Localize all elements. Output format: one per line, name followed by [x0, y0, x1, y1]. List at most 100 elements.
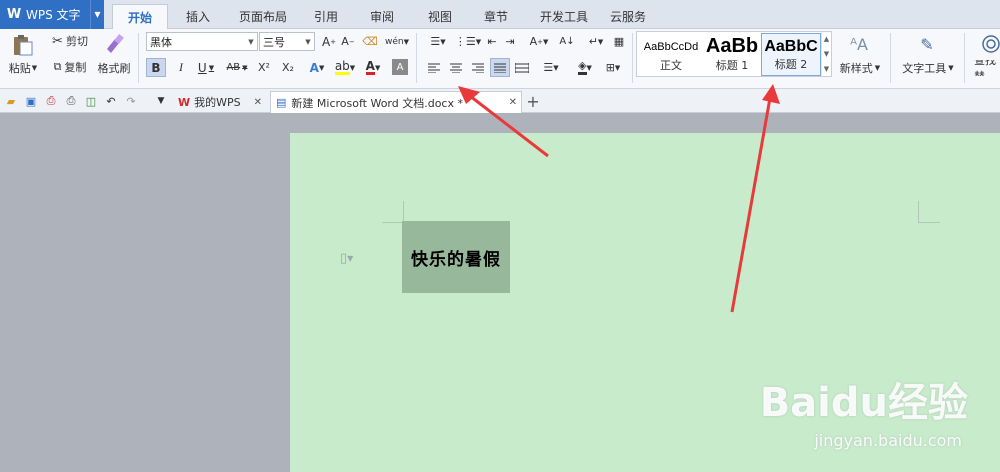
wps-logo-icon: W [178, 95, 191, 109]
redo-icon[interactable]: ↷ [124, 94, 138, 108]
align-right-icon[interactable] [468, 58, 488, 77]
text-tools-label: 文字工具 [902, 62, 947, 75]
align-center-icon[interactable] [446, 58, 466, 77]
shrink-font-icon[interactable]: A − [339, 32, 357, 51]
tab-home[interactable]: 开始 [112, 4, 168, 30]
document-heading[interactable]: 快乐的暑假 [402, 221, 510, 293]
clear-format-icon[interactable]: ⌫ [361, 32, 379, 51]
new-style-icon[interactable]: ᴬA [842, 31, 876, 57]
print-icon[interactable]: ⎙ [64, 94, 78, 108]
italic-button[interactable]: I [172, 58, 190, 77]
chevron-up-icon[interactable]: ▲ [824, 35, 829, 43]
save-icon[interactable]: ▣ [24, 94, 38, 108]
underline-button[interactable]: U ▼ [194, 58, 218, 77]
chevron-down-icon[interactable]: ▼ [824, 50, 829, 58]
menu-bar: W WPS 文字 ▼ 开始 插入 页面布局 引用 审阅 视图 章节 开发工具 云… [0, 0, 1000, 30]
highlight-color-icon[interactable]: ab ▼ [332, 58, 358, 77]
bold-button[interactable]: B [146, 58, 166, 77]
borders-icon[interactable]: ⊞ ▼ [600, 58, 626, 77]
copy-button[interactable]: ⧉ 复制 [48, 58, 92, 76]
baidu-watermark: Baidu经验 jingyan.baidu.com [738, 362, 988, 462]
word-doc-icon: ▤ [276, 96, 287, 109]
customize-toolbar-icon[interactable]: ▼ [154, 94, 168, 108]
format-painter-button[interactable]: 格式刷 [94, 60, 134, 76]
numbering-icon[interactable]: ⋮☰ ▼ [454, 32, 482, 51]
doc-tab-label: 新建 Microsoft Word 文档.docx * [291, 96, 463, 110]
paste-label: 粘贴 [8, 62, 31, 75]
gallery-scroll[interactable]: ▲ ▼ ▼ [821, 32, 831, 76]
cut-label: 剪切 [65, 35, 88, 48]
paste-icon[interactable] [8, 31, 38, 59]
align-left-icon[interactable] [424, 58, 444, 77]
change-case-icon[interactable]: A + ▼ [526, 32, 552, 51]
style-normal[interactable]: AaBbCcDd 正文 [639, 33, 703, 76]
font-name-select[interactable]: 黑体 ▼ [146, 32, 258, 51]
distribute-icon[interactable] [512, 58, 532, 77]
phonetic-guide-icon[interactable]: wén ▼ [383, 32, 411, 51]
tab-cloud[interactable]: 云服务 [604, 4, 652, 29]
increase-indent-icon[interactable]: ⇥ [502, 32, 518, 51]
watermark-url: jingyan.baidu.com [814, 431, 962, 450]
format-painter-icon[interactable] [97, 31, 131, 57]
sort-icon[interactable]: A↓ [556, 32, 578, 51]
subscript-button[interactable]: X₂ [278, 58, 298, 77]
text-tools-button[interactable]: 文字工具 ▼ [898, 60, 958, 76]
undo-icon[interactable]: ↶ [104, 94, 118, 108]
align-justify-icon[interactable] [490, 58, 510, 77]
chevron-down-icon: ▼ [305, 37, 311, 46]
chevron-down-icon: ▼ [248, 37, 254, 46]
expand-icon[interactable]: ▼ [824, 65, 829, 73]
find-replace-icon[interactable] [978, 31, 1000, 57]
style-heading-2-preview: AaBbC [764, 38, 818, 55]
text-effect-icon[interactable]: A ▼ [304, 58, 330, 77]
document-page[interactable]: ▯ ▼ 快乐的暑假 Baidu经验 jingyan.baidu.com [290, 133, 1000, 472]
bullets-icon[interactable]: ☰ ▼ [424, 32, 452, 51]
app-menu-button[interactable]: W WPS 文字 ▼ [0, 0, 104, 29]
show-marks-icon[interactable]: ↵ ▼ [584, 32, 608, 51]
text-tools-icon[interactable]: ✎ [912, 31, 942, 57]
tab-developer[interactable]: 开发工具 [536, 4, 592, 29]
tab-insert[interactable]: 插入 [176, 4, 220, 29]
app-name: WPS 文字 [26, 8, 81, 22]
paragraph-layout-icon[interactable]: ▯ ▼ [340, 251, 353, 266]
tab-section[interactable]: 章节 [476, 4, 516, 29]
new-tab-icon[interactable]: + [526, 92, 540, 111]
print-preview-icon[interactable]: ◫ [84, 94, 98, 108]
font-color-button[interactable]: A ▼ [360, 58, 386, 77]
open-folder-icon[interactable]: ▰ [4, 94, 18, 108]
chevron-down-icon[interactable]: ▼ [90, 0, 104, 29]
scissors-icon: ✂ [52, 33, 63, 49]
table-grid-icon[interactable]: ▦ [610, 32, 628, 51]
style-gallery: AaBbCcDd 正文 AaBb 标题 1 AaBbC 标题 2 ▲ ▼ ▼ [636, 31, 832, 77]
tab-review[interactable]: 审阅 [362, 4, 402, 29]
doc-tab-label: 我的WPS [194, 96, 241, 109]
document-workspace: ▯ ▼ 快乐的暑假 Baidu经验 jingyan.baidu.com [0, 113, 1000, 472]
font-color-label: A [365, 59, 375, 75]
export-pdf-icon[interactable]: ⎙ [44, 94, 58, 108]
strikethrough-button[interactable]: AB ▼ [222, 58, 252, 77]
new-style-button[interactable]: 新样式 ▼ [836, 60, 884, 76]
font-size-select[interactable]: 三号 ▼ [259, 32, 315, 51]
tab-view[interactable]: 视图 [420, 4, 460, 29]
close-icon[interactable]: ✕ [254, 97, 262, 108]
superscript-button[interactable]: X² [254, 58, 274, 77]
doc-tab-my-wps[interactable]: W 我的WPS ✕ [174, 91, 266, 113]
grow-font-icon[interactable]: A + [320, 32, 338, 51]
font-size-value: 三号 [263, 35, 285, 49]
crop-mark-top-right [918, 201, 940, 223]
close-icon[interactable]: ✕ [509, 97, 517, 108]
tab-references[interactable]: 引用 [306, 4, 346, 29]
find-replace-button[interactable]: 查找替 [974, 60, 1000, 76]
decrease-indent-icon[interactable]: ⇤ [484, 32, 500, 51]
paste-button[interactable]: 粘贴 ▼ [4, 60, 42, 76]
crop-mark-top-left [382, 201, 404, 223]
char-shading-button[interactable]: A [392, 59, 408, 75]
style-heading-1-preview: AaBb [705, 35, 759, 57]
shading-fill-icon[interactable]: ◈ ▼ [572, 58, 598, 77]
doc-tab-current[interactable]: ▤ 新建 Microsoft Word 文档.docx * ✕ [270, 91, 522, 113]
tab-page-layout[interactable]: 页面布局 [234, 4, 292, 29]
style-heading-1[interactable]: AaBb 标题 1 [703, 33, 761, 76]
line-spacing-icon[interactable]: ☰ ▼ [538, 58, 564, 77]
cut-button[interactable]: ✂ 剪切 [48, 32, 92, 50]
style-heading-2[interactable]: AaBbC 标题 2 [761, 33, 821, 76]
